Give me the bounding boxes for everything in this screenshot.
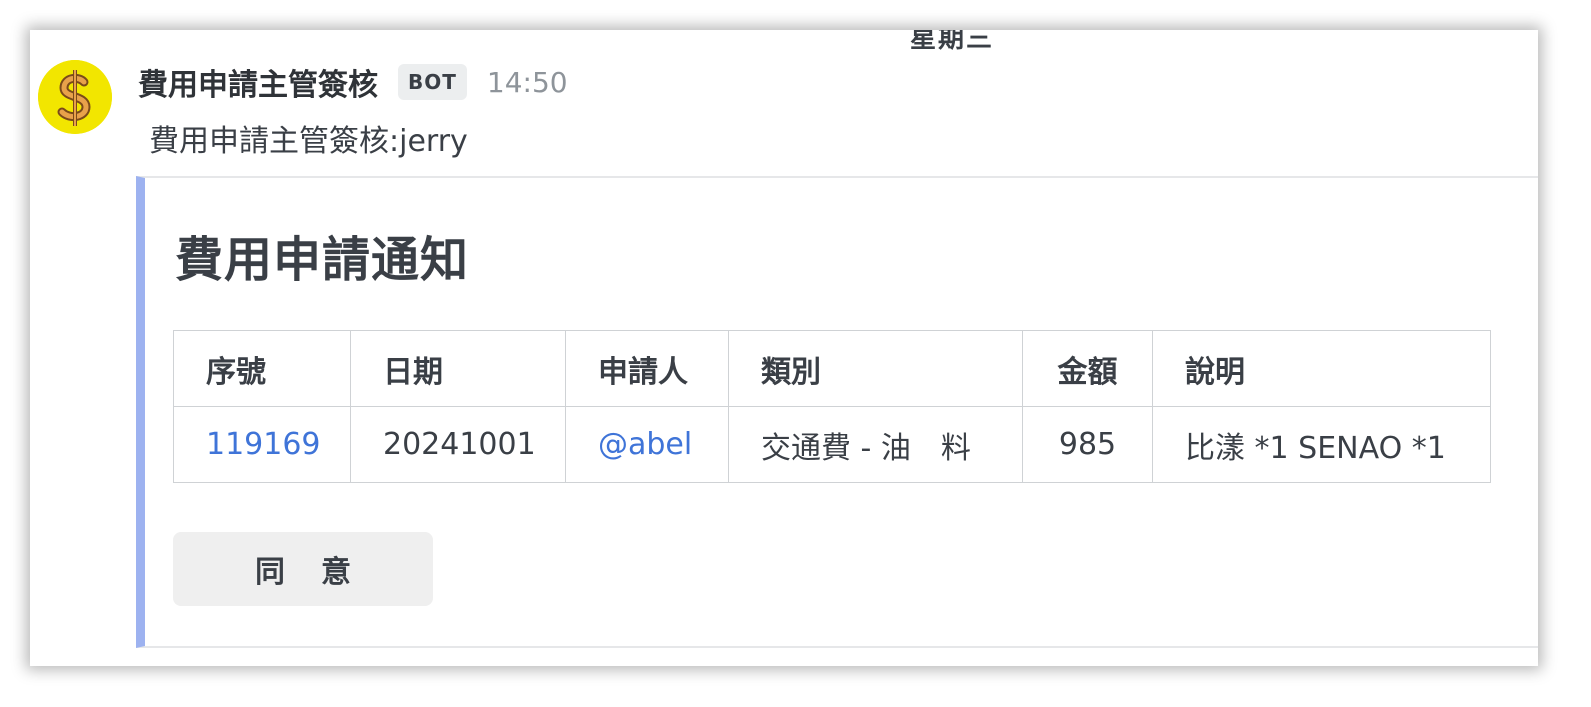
message-panel: 星期三 費用申請主管簽核 BOT 14:50 費用申請主管簽核:jerry 費用…	[30, 30, 1538, 666]
sender-name[interactable]: 費用申請主管簽核	[138, 60, 378, 104]
cell-date: 20241001	[350, 406, 566, 483]
cell-amount: 985	[1022, 406, 1153, 483]
column-header-description: 說明	[1152, 330, 1491, 407]
message-timestamp[interactable]: 14:50	[487, 66, 568, 99]
date-divider: 星期三	[910, 30, 995, 54]
cell-description: 比漾 *1 SENAO *1	[1152, 406, 1491, 483]
cell-serial[interactable]: 119169	[173, 406, 351, 483]
serial-link[interactable]: 119169	[206, 427, 321, 462]
approve-button[interactable]: 同意	[173, 532, 433, 606]
column-header-date: 日期	[350, 330, 566, 407]
attachment-title: 費用申請通知	[175, 232, 470, 288]
bot-avatar[interactable]	[38, 60, 112, 134]
message-attachment: 費用申請通知 序號 日期 申請人 類別 金額 說明 119169 2024100…	[136, 176, 1538, 648]
applicant-mention-link[interactable]: @abel	[598, 427, 692, 462]
expense-table: 序號 日期 申請人 類別 金額 說明 119169 20241001 @abel…	[173, 330, 1491, 483]
table-header-row: 序號 日期 申請人 類別 金額 說明	[173, 330, 1491, 407]
column-header-amount: 金額	[1022, 330, 1153, 407]
column-header-category: 類別	[728, 330, 1023, 407]
message-header: 費用申請主管簽核 BOT 14:50	[138, 60, 568, 104]
column-header-serial: 序號	[173, 330, 351, 407]
table-row: 119169 20241001 @abel 交通費 - 油 料 985 比漾 *…	[173, 406, 1491, 483]
dollar-sign-icon	[38, 60, 112, 134]
column-header-applicant: 申請人	[565, 330, 729, 407]
message-text: 費用申請主管簽核:jerry	[149, 124, 468, 159]
bot-badge: BOT	[398, 64, 467, 100]
cell-category: 交通費 - 油 料	[728, 406, 1023, 483]
cell-applicant[interactable]: @abel	[565, 406, 729, 483]
